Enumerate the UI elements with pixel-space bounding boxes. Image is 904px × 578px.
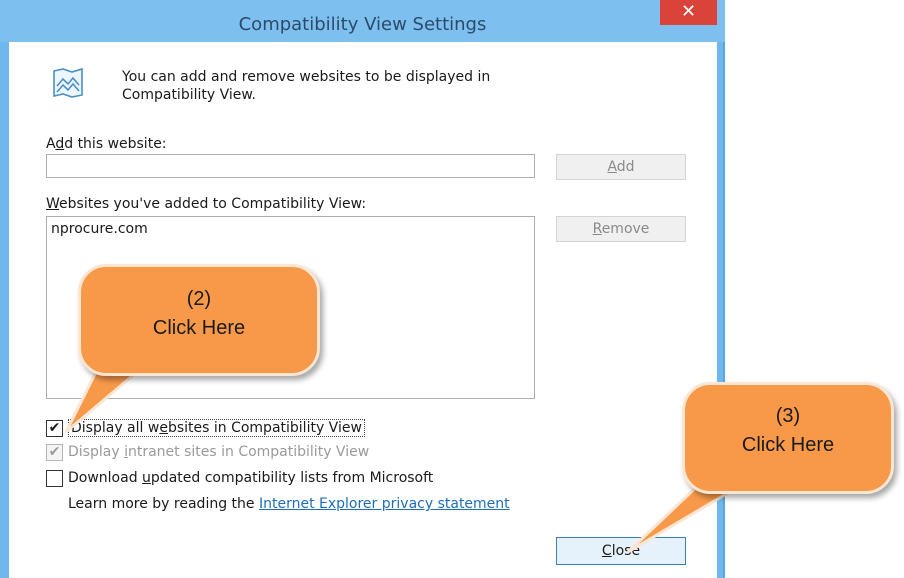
intro-line-2: Compatibility View. <box>122 87 256 103</box>
callout-2-step: (2) <box>186 288 212 310</box>
window-title: Compatibility View Settings <box>238 14 487 35</box>
add-website-label: Add this website: <box>46 136 167 152</box>
compatibility-view-icon <box>53 67 83 98</box>
download-lists-checkbox[interactable] <box>46 470 63 487</box>
remove-button[interactable]: Remove <box>556 216 686 242</box>
callout-2: (2) Click Here <box>78 264 320 376</box>
intro-line-1: You can add and remove websites to be di… <box>122 69 491 85</box>
add-button[interactable]: Add <box>556 154 686 180</box>
compatibility-view-dialog: Compatibility View Settings ✕ You can ad… <box>0 0 904 578</box>
intro-text: You can add and remove websites to be di… <box>122 68 622 104</box>
callout-3: (3) Click Here <box>682 382 894 494</box>
websites-list-label: Websites you've added to Compatibility V… <box>46 196 367 212</box>
privacy-statement-link[interactable]: Internet Explorer privacy statement <box>259 496 510 512</box>
close-window-icon[interactable]: ✕ <box>660 0 717 25</box>
list-item[interactable]: nprocure.com <box>51 221 148 237</box>
callout-2-text: Click Here <box>152 317 246 339</box>
callout-3-step: (3) <box>775 405 801 427</box>
callout-3-text: Click Here <box>741 434 835 456</box>
intranet-label: Display intranet sites in Compatibility … <box>68 444 370 460</box>
add-website-input[interactable] <box>46 154 535 178</box>
intranet-checkbox: ✔ <box>46 444 63 461</box>
title-bar[interactable]: Compatibility View Settings ✕ <box>0 0 725 42</box>
download-lists-label[interactable]: Download updated compatibility lists fro… <box>68 470 433 486</box>
learn-more-text: Learn more by reading the Internet Explo… <box>68 496 510 512</box>
